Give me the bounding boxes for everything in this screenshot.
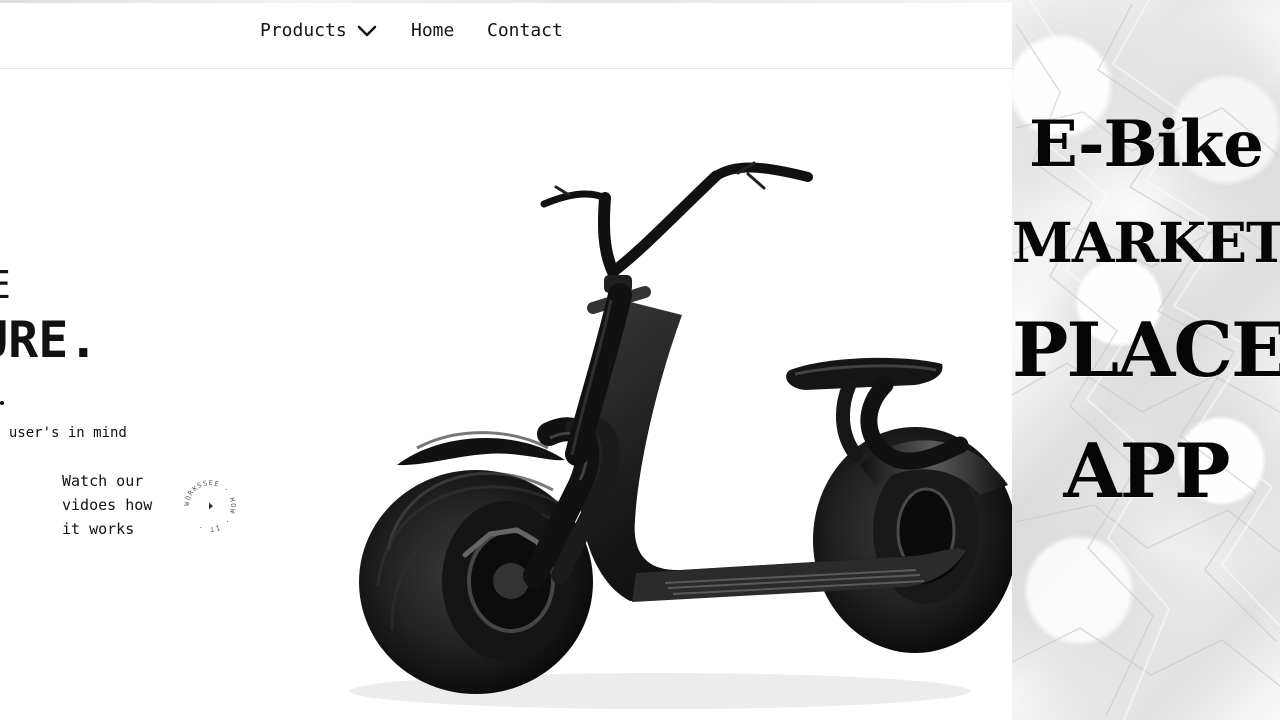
how-it-works-play-badge[interactable]: WORKSSEE · HOW · IT · (181, 477, 239, 535)
nav-contact-link[interactable]: Contact (487, 18, 563, 44)
screenshot-canvas: Products Home Contact E URE. h user's in… (0, 0, 1280, 720)
website-screenshot: Products Home Contact E URE. h user's in… (0, 0, 1012, 720)
handlebar (540, 161, 813, 314)
poster-word-ebike: E-Bike (1029, 107, 1264, 182)
nav-home-link[interactable]: Home (411, 18, 454, 44)
chevron-down-icon (357, 25, 376, 37)
hero-heading-partial-line-1: E (0, 261, 11, 309)
watch-video-text[interactable]: Watch our vidoes how it works (62, 469, 172, 541)
electric-scooter-product-image (350, 161, 1012, 709)
hero-heading-partial-line-2: URE. (0, 311, 99, 369)
play-icon (209, 502, 213, 510)
poster-word-market: MARKET (1012, 210, 1280, 275)
ebike-marketplace-title-panel: E-Bike MARKET PLACE APP (1012, 0, 1280, 720)
poster-word-place: PLACE (1012, 306, 1280, 394)
poster-word-app: APP (1063, 427, 1231, 515)
hero-tagline-partial: h user's in mind (0, 425, 127, 441)
hero-heading-partial-dot (0, 401, 4, 405)
top-navigation-bar: Products Home Contact (0, 0, 1012, 69)
nav-products-menu[interactable]: Products (260, 18, 377, 44)
top-edge-line (0, 0, 1012, 3)
nav-products-label: Products (260, 20, 347, 41)
